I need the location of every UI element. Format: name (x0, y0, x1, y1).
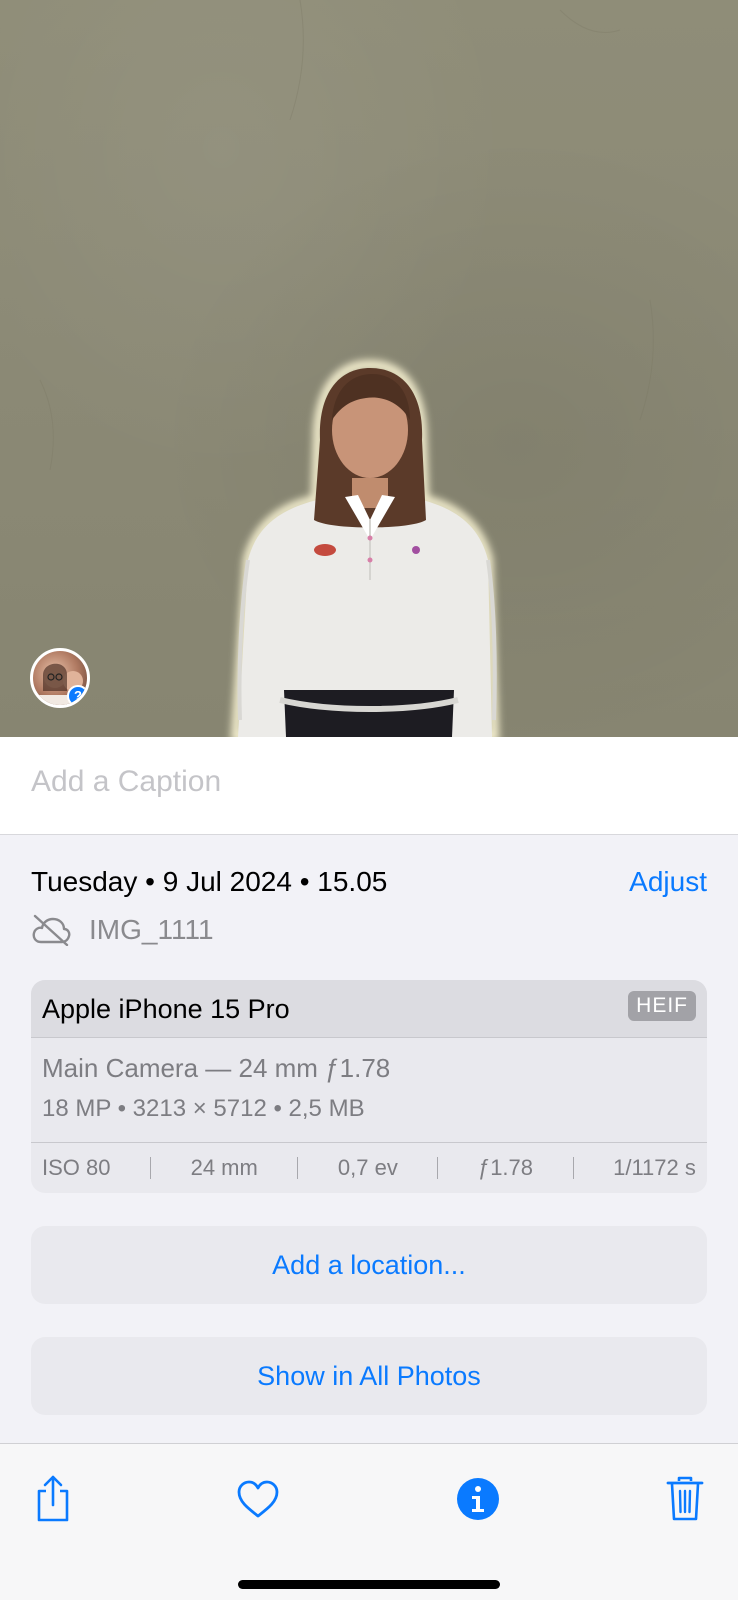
camera-card-details: Main Camera — 24 mm ƒ1.78 18 MP • 3213 ×… (31, 1038, 707, 1143)
cloud-off-icon (32, 914, 71, 946)
question-badge: ? (67, 685, 87, 705)
caption-area[interactable]: Add a Caption (0, 737, 738, 835)
exif-exposure-bias: 0,7 ev (337, 1155, 398, 1180)
photo-view[interactable]: ? (0, 0, 738, 737)
show-in-all-photos-button[interactable]: Show in All Photos (31, 1337, 707, 1415)
divider (150, 1157, 152, 1179)
exif-row: ISO 80 24 mm 0,7 ev ƒ1.78 1/1172 s (31, 1143, 707, 1193)
divider (297, 1157, 299, 1179)
info-button[interactable] (451, 1472, 505, 1526)
favorite-button[interactable] (231, 1472, 285, 1526)
format-badge: HEIF (628, 991, 696, 1021)
camera-card-header: Apple iPhone 15 Pro HEIF (31, 980, 707, 1038)
image-specs: 18 MP • 3213 × 5712 • 2,5 MB (42, 1095, 365, 1122)
share-button[interactable] (26, 1472, 80, 1526)
date-time: Tuesday • 9 Jul 2024 • 15.05 (31, 866, 388, 897)
heart-icon (237, 1480, 279, 1518)
add-location-button[interactable]: Add a location... (31, 1226, 707, 1304)
info-icon (457, 1478, 499, 1520)
divider (572, 1157, 574, 1179)
home-indicator[interactable] (238, 1580, 500, 1589)
caption-input[interactable]: Add a Caption (31, 765, 221, 799)
file-name: IMG_1111 (89, 914, 214, 945)
person-photo (39, 0, 654, 737)
file-info: IMG_1111 (31, 910, 214, 950)
bottom-toolbar (0, 1443, 738, 1600)
people-face-badge[interactable]: ? (30, 648, 90, 708)
trash-icon (666, 1476, 704, 1521)
exif-focal-length: 24 mm (190, 1155, 258, 1180)
camera-info-card: Apple iPhone 15 Pro HEIF Main Camera — 2… (31, 980, 707, 1193)
device-model: Apple iPhone 15 Pro (42, 994, 290, 1024)
share-icon (37, 1475, 69, 1522)
lens-info: Main Camera — 24 mm ƒ1.78 (42, 1053, 391, 1083)
divider (437, 1157, 439, 1179)
delete-button[interactable] (658, 1472, 712, 1526)
adjust-button[interactable]: Adjust (629, 866, 707, 898)
exif-iso: ISO 80 (42, 1155, 111, 1180)
exif-aperture: ƒ1.78 (477, 1155, 534, 1180)
exif-shutter-speed: 1/1172 s (613, 1155, 696, 1180)
